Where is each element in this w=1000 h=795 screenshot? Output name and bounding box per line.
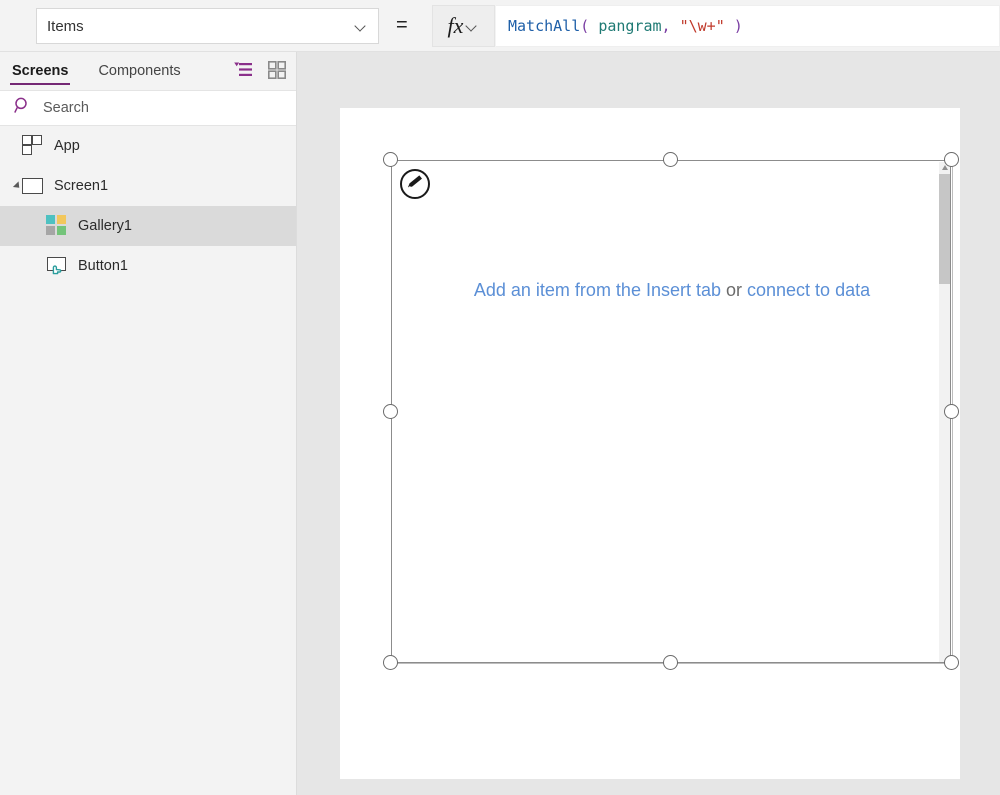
app-screen-preview[interactable]: Add an item from the Insert tab or conne…: [340, 108, 960, 779]
gallery-scrollbar[interactable]: [939, 162, 951, 662]
tree-item-screen1[interactable]: Screen1: [0, 166, 296, 206]
formula-token-str: "\w+": [679, 17, 725, 35]
formula-token-plain: [671, 17, 680, 35]
caret-up-icon[interactable]: [942, 165, 948, 170]
insert-tab-link[interactable]: Add an item from the Insert tab: [474, 280, 721, 300]
chevron-down-icon: [466, 22, 479, 30]
gallery-icon: [46, 215, 68, 237]
fx-label: fx: [447, 13, 464, 38]
formula-token-ident: pangram: [598, 17, 662, 35]
gallery-edit-button[interactable]: [400, 169, 430, 199]
search-input[interactable]: Search: [43, 100, 89, 116]
tree-item-button1-label: Button1: [78, 258, 128, 274]
tree-item-gallery1[interactable]: Gallery1: [0, 206, 296, 246]
tree-view-icon[interactable]: [233, 61, 253, 79]
formula-token-punct: ,: [661, 17, 671, 35]
formula-text: MatchAll( pangram, "\w+" ): [508, 17, 743, 35]
thumbnail-view-icon[interactable]: [268, 61, 286, 79]
formula-token-plain: [589, 17, 598, 35]
gallery-empty-message: Add an item from the Insert tab or conne…: [392, 280, 952, 301]
tree-item-screen1-label: Screen1: [54, 178, 109, 194]
formula-token-plain: [725, 17, 734, 35]
formula-token-punct: (: [580, 17, 590, 35]
tab-components-label: Components: [98, 63, 181, 79]
formula-bar: Items = fx MatchAll( pangram, "\w+" ): [0, 0, 1000, 52]
expand-triangle-icon[interactable]: [6, 166, 22, 206]
button-icon: [46, 255, 68, 277]
left-panel: Screens Components Search App Screen1 Ga…: [0, 52, 297, 795]
formula-input[interactable]: MatchAll( pangram, "\w+" ): [496, 5, 1000, 47]
search-box[interactable]: Search: [0, 90, 296, 126]
view-toggle-group: [233, 61, 286, 79]
tree-item-app[interactable]: App: [0, 126, 296, 166]
fx-button[interactable]: fx: [432, 5, 495, 47]
screens-tree: App Screen1 Gallery1 Button1: [0, 126, 296, 286]
equals-sign: =: [396, 14, 408, 36]
tab-components[interactable]: Components: [96, 52, 182, 90]
power-apps-studio: Items = fx MatchAll( pangram, "\w+" ) Sc…: [0, 0, 1000, 795]
app-icon: [22, 135, 44, 157]
tab-screens[interactable]: Screens: [10, 52, 71, 90]
tree-item-button1[interactable]: Button1: [0, 246, 296, 286]
gallery-scrollbar-thumb[interactable]: [939, 174, 951, 284]
formula-token-fn: MatchAll: [508, 17, 581, 35]
property-select[interactable]: Items: [36, 8, 379, 44]
chevron-down-icon: [355, 22, 368, 30]
search-icon: [14, 97, 31, 119]
screen-icon: [22, 175, 44, 197]
formula-token-punct: ): [733, 17, 743, 35]
property-select-label: Items: [47, 17, 84, 35]
gallery-control[interactable]: Add an item from the Insert tab or conne…: [391, 160, 953, 664]
connect-to-data-link[interactable]: connect to data: [747, 280, 870, 300]
pencil-icon: [406, 173, 424, 196]
canvas-area: Add an item from the Insert tab or conne…: [297, 52, 1000, 795]
tab-screens-label: Screens: [12, 63, 69, 79]
tree-item-app-label: App: [54, 138, 80, 154]
tree-item-gallery1-label: Gallery1: [78, 218, 132, 234]
gallery-empty-or: or: [721, 280, 748, 300]
panel-tabs: Screens Components: [0, 52, 296, 90]
